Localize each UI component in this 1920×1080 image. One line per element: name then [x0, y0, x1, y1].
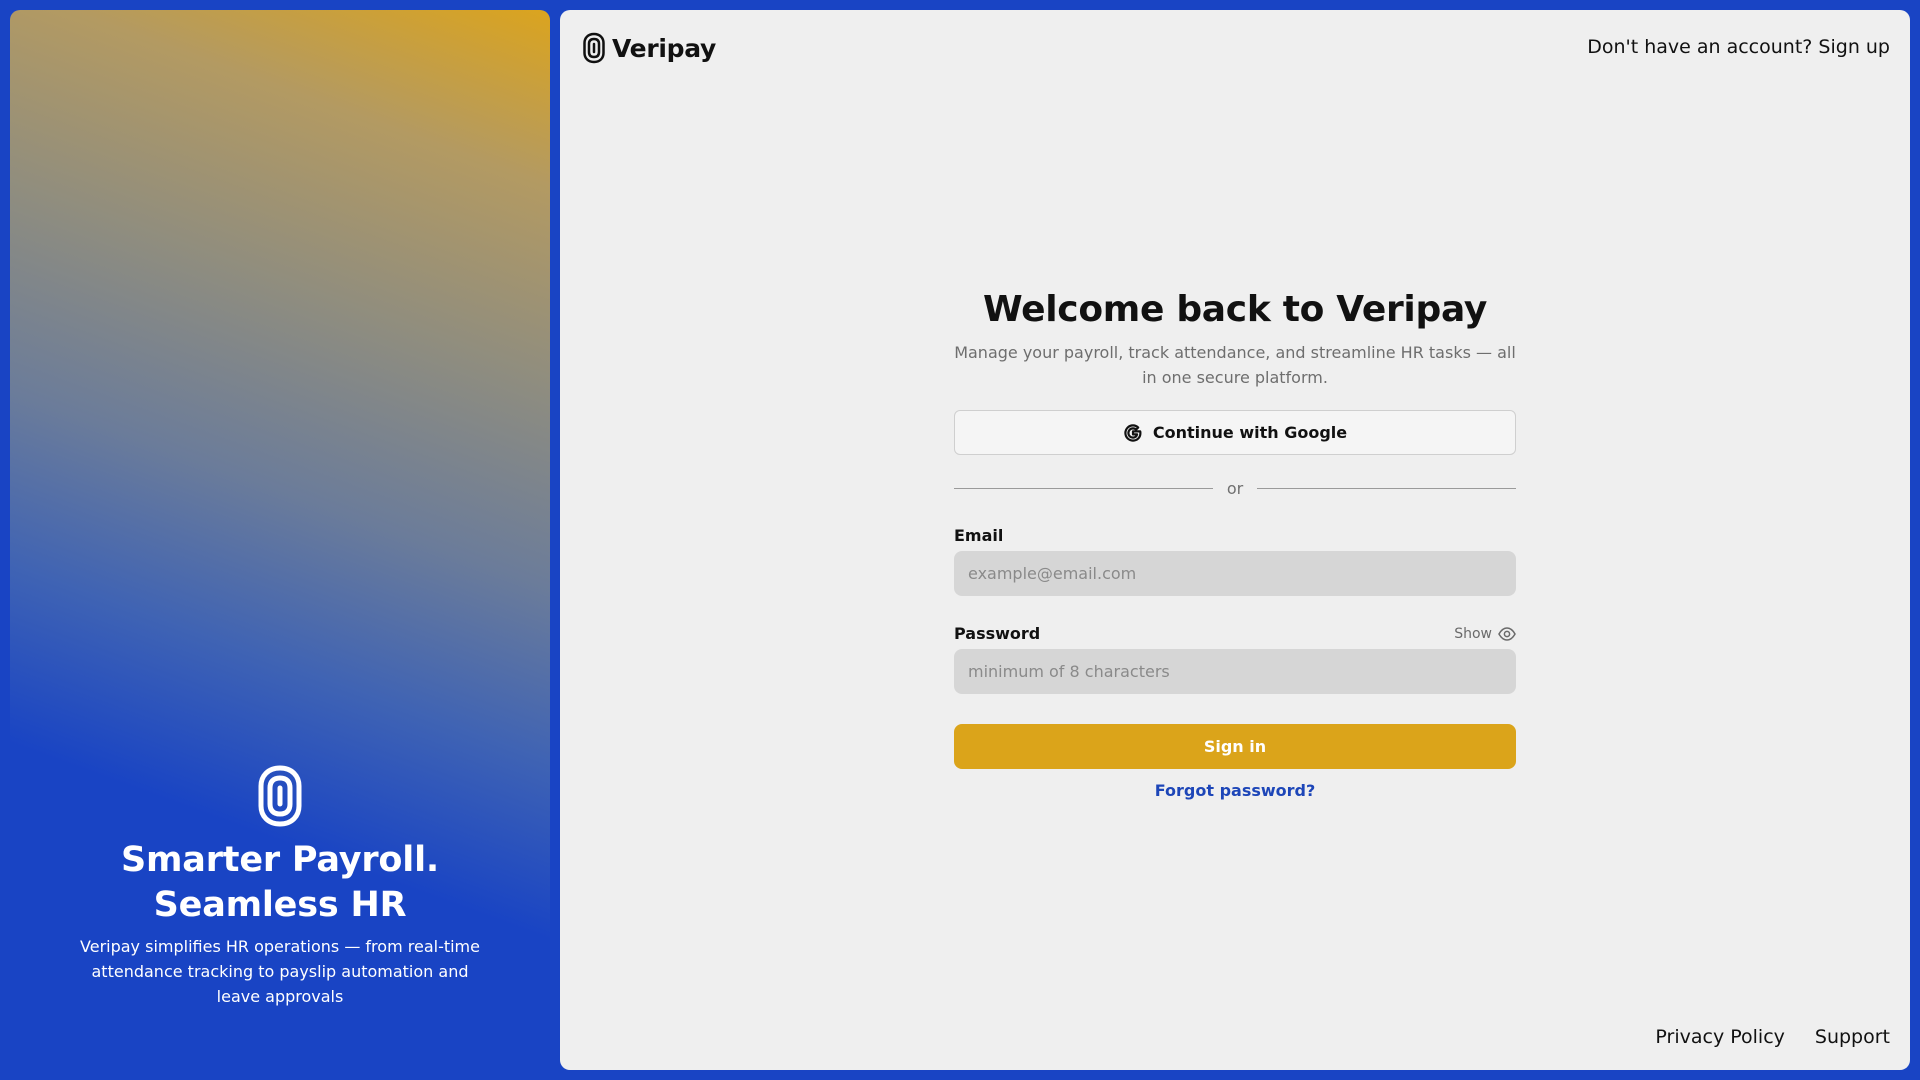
app-frame: Smarter Payroll. Seamless HR Veripay sim…: [0, 0, 1920, 1080]
divider-line-left: [954, 488, 1213, 489]
hero-panel: Smarter Payroll. Seamless HR Veripay sim…: [10, 10, 550, 1070]
divider-text: or: [1226, 479, 1244, 498]
google-button-label: Continue with Google: [1152, 423, 1348, 442]
hero-description: Veripay simplifies HR operations — from …: [80, 937, 480, 1006]
page-title: Welcome back to Veripay: [983, 289, 1487, 330]
login-form: Welcome back to Veripay Manage your payr…: [954, 286, 1516, 800]
signup-link[interactable]: Don't have an account? Sign up: [1587, 36, 1890, 58]
veripay-logo-icon: [583, 32, 605, 64]
login-panel: Veripay Don't have an account? Sign up W…: [560, 10, 1910, 1070]
password-field[interactable]: [954, 649, 1516, 694]
divider-line-right: [1257, 488, 1516, 489]
email-field[interactable]: [954, 551, 1516, 596]
or-divider: or: [954, 479, 1516, 498]
hero-content: Smarter Payroll. Seamless HR Veripay sim…: [10, 764, 550, 1009]
password-label-row: Password Show: [954, 624, 1516, 643]
show-password-label: Show: [1454, 625, 1492, 642]
show-password-toggle[interactable]: Show: [1454, 626, 1516, 642]
brand[interactable]: Veripay: [582, 32, 716, 64]
hero-title: Smarter Payroll. Seamless HR: [121, 840, 439, 925]
email-label: Email: [954, 526, 1004, 545]
google-signin-button[interactable]: Continue with Google: [954, 410, 1516, 455]
brand-name: Veripay: [612, 33, 717, 63]
email-label-row: Email: [954, 526, 1516, 545]
sign-in-button[interactable]: Sign in: [954, 724, 1516, 769]
privacy-policy-link[interactable]: Privacy Policy: [1655, 1026, 1784, 1048]
footer-links: Privacy Policy Support: [1655, 1026, 1890, 1048]
password-label: Password: [954, 624, 1041, 643]
veripay-logo-icon: [258, 765, 302, 827]
eye-icon: [1498, 626, 1516, 641]
support-link[interactable]: Support: [1815, 1026, 1890, 1048]
forgot-password-link[interactable]: Forgot password?: [954, 781, 1516, 800]
page-subtitle: Manage your payroll, track attendance, a…: [954, 343, 1516, 387]
google-g-icon: [1124, 423, 1142, 442]
